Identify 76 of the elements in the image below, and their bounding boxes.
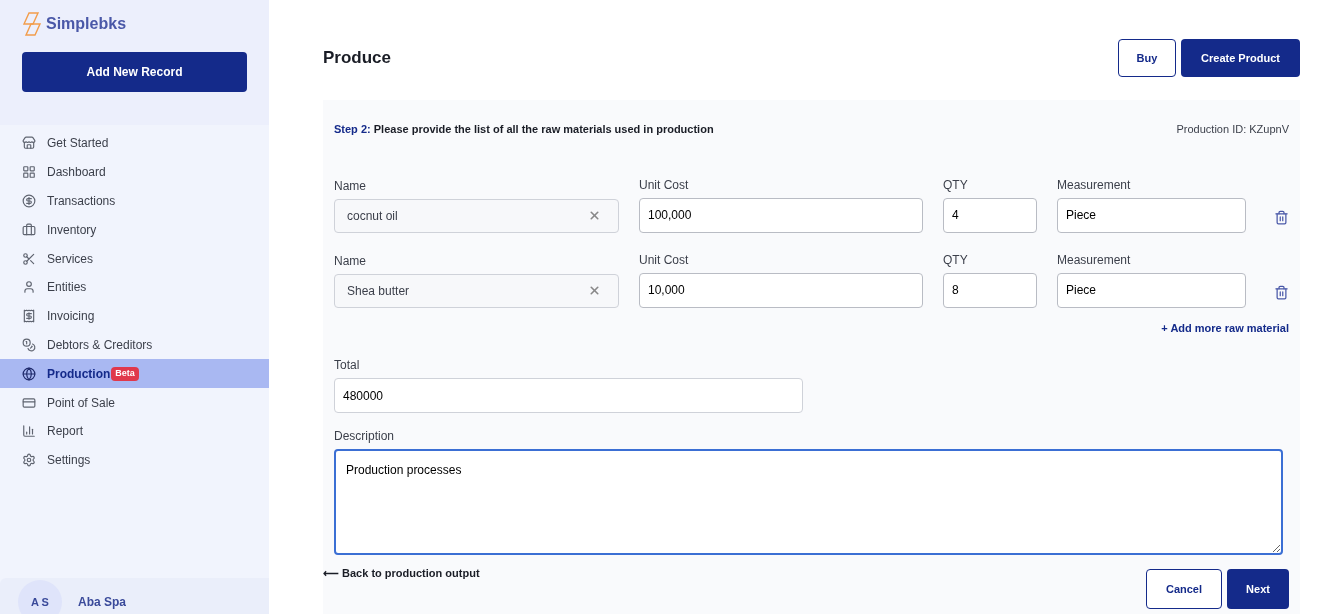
sidebar-item[interactable]: Transactions	[0, 186, 269, 216]
qty-field[interactable]: 4	[943, 197, 1037, 233]
person-icon	[22, 280, 36, 295]
add-material-link[interactable]: + Add more raw material	[1161, 319, 1289, 336]
coins-icon	[22, 337, 36, 352]
sidebar-item[interactable]: Report	[0, 416, 269, 446]
card-icon	[22, 395, 36, 410]
sidebar-label: Report	[47, 423, 84, 441]
chart-icon	[22, 424, 36, 439]
step-label: Step 2:	[334, 123, 371, 135]
measurement-field[interactable]: Piece	[1057, 272, 1246, 308]
sidebar-item[interactable]: Production Beta	[0, 359, 269, 389]
field-label: QTY	[943, 251, 969, 269]
sidebar-label: Debtors & Creditors	[47, 336, 153, 354]
store-icon	[22, 136, 36, 151]
user-avatar: A S	[18, 580, 62, 614]
sidebar-item[interactable]: Services	[0, 244, 269, 273]
measurement-field[interactable]: Piece	[1057, 197, 1246, 233]
sidebar-item[interactable]: Settings	[0, 445, 269, 475]
delete-icon[interactable]	[1274, 284, 1289, 300]
sidebar-label: Get Started	[47, 135, 109, 153]
sidebar-item[interactable]: Entities	[0, 273, 269, 302]
settings-icon	[22, 453, 36, 468]
cancel-button[interactable]: Cancel	[1146, 569, 1222, 609]
beta-badge: Beta	[111, 367, 139, 381]
clear-icon[interactable]	[588, 208, 601, 222]
add-record-button[interactable]: Add New Record	[22, 52, 247, 92]
clear-icon[interactable]	[588, 283, 601, 297]
field-label: Measurement	[1057, 176, 1132, 194]
sidebar-item[interactable]: Dashboard	[0, 157, 269, 187]
sidebar-item[interactable]: Inventory	[0, 215, 269, 245]
unit-cost-field[interactable]: 100,000	[639, 197, 923, 233]
sidebar-item[interactable]: Get Started	[0, 129, 269, 158]
dashboard-icon	[22, 165, 36, 180]
page-title: Produce	[323, 47, 392, 70]
tools-icon	[22, 251, 36, 266]
sidebar-label: Invoicing	[47, 308, 95, 326]
sidebar-label: Entities	[47, 279, 87, 297]
field-label: Unit Cost	[639, 251, 690, 269]
sidebar-item[interactable]: Point of Sale	[0, 388, 269, 417]
production-id: Production ID: KZupnV	[1176, 122, 1289, 137]
unit-cost-field[interactable]: 10,000	[639, 272, 923, 308]
delete-icon[interactable]	[1274, 209, 1289, 225]
field-label: Name	[334, 252, 367, 270]
logo-icon	[22, 12, 42, 36]
field-label: QTY	[943, 176, 969, 194]
total-field[interactable]: 480000	[334, 378, 803, 413]
sidebar-label: Dashboard	[47, 164, 106, 182]
globe-icon	[22, 366, 36, 381]
coin-icon	[22, 194, 36, 208]
field-label: Measurement	[1057, 251, 1132, 269]
briefcase-icon	[22, 222, 36, 237]
user-name: Aba Spa	[78, 594, 126, 611]
sidebar-item[interactable]: Invoicing	[0, 301, 269, 331]
sidebar-label: Transactions	[47, 193, 116, 210]
field-label: Name	[334, 177, 367, 195]
brand-name: Simplebks	[46, 14, 127, 34]
field-label: Total	[334, 357, 361, 374]
receipt-icon	[22, 309, 36, 324]
description-field[interactable]: Production processes	[334, 449, 1283, 555]
sidebar-label: Production	[47, 365, 111, 383]
field-label: Unit Cost	[639, 176, 690, 194]
sidebar-label: Settings	[47, 452, 91, 470]
sidebar-label: Services	[47, 250, 93, 268]
qty-field[interactable]: 8	[943, 272, 1037, 308]
material-name-field[interactable]: Shea butter	[334, 273, 619, 308]
field-label: Description	[334, 428, 396, 445]
sidebar-label: Point of Sale	[47, 394, 116, 412]
sidebar-item[interactable]: Debtors & Creditors	[0, 330, 269, 360]
step-instruction: Please provide the list of all the raw materials used in production	[373, 123, 714, 135]
material-name-field[interactable]: cocnut oil	[334, 198, 619, 233]
sidebar-label: Inventory	[47, 221, 97, 239]
create-product-button[interactable]: Create Product	[1181, 39, 1300, 77]
back-link[interactable]: ⟵ Back to production output	[323, 565, 480, 582]
next-button[interactable]: Next	[1227, 569, 1289, 609]
buy-button[interactable]: Buy	[1118, 39, 1176, 77]
